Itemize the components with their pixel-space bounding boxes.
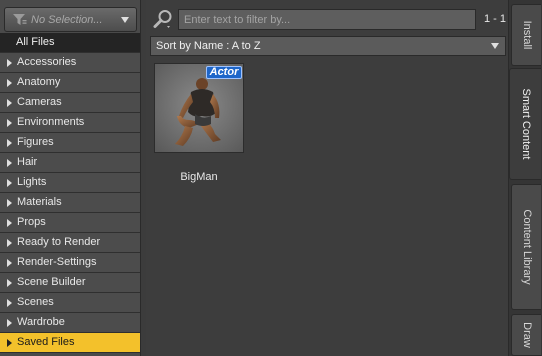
search-icon[interactable] (152, 8, 174, 30)
tab-label: Smart Content (519, 88, 532, 160)
expand-triangle-icon[interactable] (7, 219, 12, 227)
vertical-tab-strip: Install Smart Content Content Library Dr… (508, 0, 542, 356)
tab-label: Content Library (520, 209, 533, 285)
category-item-hair[interactable]: Hair (0, 153, 140, 173)
expand-triangle-icon[interactable] (7, 299, 12, 307)
expand-triangle-icon[interactable] (7, 339, 12, 347)
category-label: Hair (17, 156, 38, 168)
filter-input[interactable] (178, 9, 476, 30)
funnel-icon (13, 14, 27, 25)
expand-triangle-icon[interactable] (7, 119, 12, 127)
chevron-down-icon (491, 43, 499, 49)
category-item-lights[interactable]: Lights (0, 173, 140, 193)
category-item-figures[interactable]: Figures (0, 133, 140, 153)
category-label: Wardrobe (17, 316, 65, 328)
expand-triangle-icon[interactable] (7, 159, 12, 167)
category-label: Lights (17, 176, 47, 188)
category-label: Render-Settings (17, 256, 97, 268)
expand-triangle-icon[interactable] (7, 99, 12, 107)
expand-triangle-icon[interactable] (7, 259, 12, 267)
category-item-render-settings[interactable]: Render-Settings (0, 253, 140, 273)
content-item-thumbnail[interactable]: Actor (154, 63, 244, 153)
category-label: All Files (16, 36, 55, 48)
expand-triangle-icon[interactable] (7, 199, 12, 207)
tab-label: Install (520, 20, 533, 50)
sort-dropdown[interactable]: Sort by Name : A to Z (150, 36, 506, 56)
sort-label: Sort by Name : A to Z (156, 40, 261, 52)
expand-triangle-icon[interactable] (7, 239, 12, 247)
category-item-cameras[interactable]: Cameras (0, 93, 140, 113)
category-label: Scene Builder (17, 276, 86, 288)
category-selector-text: No Selection... (31, 14, 103, 26)
category-item-anatomy[interactable]: Anatomy (0, 73, 140, 93)
tab-label: Draw (520, 322, 533, 348)
category-item-accessories[interactable]: Accessories (0, 53, 140, 73)
category-item-scenes[interactable]: Scenes (0, 293, 140, 313)
category-item-props[interactable]: Props (0, 213, 140, 233)
category-item-wardrobe[interactable]: Wardrobe (0, 313, 140, 333)
category-label: Scenes (17, 296, 54, 308)
category-item-scene-builder[interactable]: Scene Builder (0, 273, 140, 293)
category-label: Props (17, 216, 46, 228)
category-item-materials[interactable]: Materials (0, 193, 140, 213)
tab-smart-content[interactable]: Smart Content (509, 68, 541, 180)
category-item-ready-to-render[interactable]: Ready to Render (0, 233, 140, 253)
actor-badge: Actor (206, 66, 242, 79)
chevron-down-icon (121, 17, 129, 23)
category-label: Figures (17, 136, 54, 148)
expand-triangle-icon[interactable] (7, 79, 12, 87)
category-label: Cameras (17, 96, 62, 108)
category-list: All Files Accessories Anatomy Cameras En… (0, 33, 140, 353)
category-label: Saved Files (17, 336, 75, 348)
result-count: 1 - 1 (483, 13, 506, 25)
expand-triangle-icon[interactable] (7, 319, 12, 327)
content-area: 1 - 1 Sort by Name : A to Z (146, 0, 508, 356)
expand-triangle-icon[interactable] (7, 179, 12, 187)
tab-content-library[interactable]: Content Library (511, 184, 541, 310)
category-label: Ready to Render (17, 236, 101, 248)
category-item-environments[interactable]: Environments (0, 113, 140, 133)
category-selector[interactable]: No Selection... (4, 7, 137, 32)
content-item-label[interactable]: BigMan (154, 171, 244, 183)
category-item-saved-files[interactable]: Saved Files (0, 333, 140, 353)
category-label: Environments (17, 116, 85, 128)
tab-draw[interactable]: Draw (511, 314, 541, 356)
category-panel: No Selection... All Files Accessories An… (0, 0, 141, 356)
tab-install[interactable]: Install (511, 4, 541, 66)
category-label: Materials (17, 196, 62, 208)
category-item-all-files[interactable]: All Files (0, 33, 140, 53)
category-label: Accessories (17, 56, 77, 68)
category-label: Anatomy (17, 76, 61, 88)
expand-triangle-icon[interactable] (7, 139, 12, 147)
expand-triangle-icon[interactable] (7, 279, 12, 287)
expand-triangle-icon[interactable] (7, 59, 12, 67)
